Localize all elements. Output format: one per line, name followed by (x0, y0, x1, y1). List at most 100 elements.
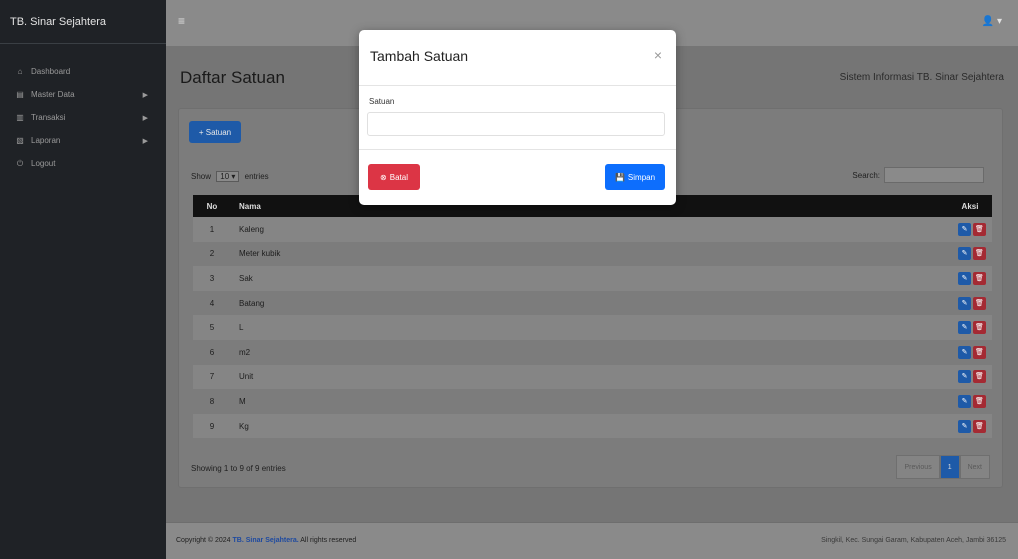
save-button[interactable]: 💾 Simpan (605, 164, 665, 190)
search-label: Search: (852, 170, 880, 180)
cell-no: 3 (209, 273, 215, 283)
table-row: 9 Kg ✎ 🗑 (193, 413, 992, 439)
edit-icon[interactable]: ✎ (958, 394, 971, 408)
cell-nama: Batang (239, 298, 265, 308)
pagination-next[interactable]: Next (959, 455, 990, 479)
sidebar-item-logout[interactable]: ⏻ Logout (0, 152, 166, 175)
entries-label: entries (244, 172, 269, 181)
delete-icon[interactable]: 🗑 (973, 419, 986, 433)
edit-icon[interactable]: ✎ (958, 321, 971, 335)
edit-icon[interactable]: ✎ (958, 419, 971, 433)
cell-no: 5 (209, 323, 215, 333)
cell-nama: M (239, 396, 246, 406)
delete-icon[interactable]: 🗑 (973, 296, 986, 310)
cell-no: 6 (209, 347, 215, 357)
delete-icon[interactable]: 🗑 (973, 394, 986, 408)
copyright-suffix: All rights reserved (298, 537, 357, 544)
delete-icon[interactable]: 🗑 (973, 370, 986, 384)
search-input[interactable] (884, 167, 984, 183)
cell-nama: Kaleng (239, 224, 264, 234)
database-icon: ▤ (16, 90, 24, 99)
cell-nama: L (239, 323, 244, 333)
sidebar-item-label: Dashboard (31, 67, 71, 76)
footer-brand-link[interactable]: TB. Sinar Sejahtera. (233, 537, 299, 544)
footer-address: Singkil, Kec. Sungai Garam, Kabupaten Ac… (821, 537, 1006, 544)
cell-no: 9 (209, 421, 215, 431)
show-entries: Show 10 ▾ entries (191, 171, 269, 182)
tambah-satuan-modal: Tambah Satuan × Satuan ⊗ Batal 💾 Simpan (359, 30, 676, 205)
cell-aksi: ✎ 🗑 (948, 315, 992, 340)
table-row: 8 M ✎ 🗑 (193, 389, 992, 414)
table-row: 1 Kaleng ✎ 🗑 (193, 217, 992, 242)
satuan-label: Satuan (369, 97, 395, 106)
satuan-input[interactable] (367, 112, 665, 136)
cell-nama: Kg (239, 421, 249, 431)
footer-copyright: Copyright © 2024 TB. Sinar Sejahtera. Al… (176, 537, 356, 544)
chevron-right-icon: ▶ (142, 114, 148, 122)
pagination: Previous 1 Next (896, 455, 990, 479)
add-satuan-button[interactable]: + Satuan (189, 121, 241, 143)
close-icon[interactable]: × (654, 47, 662, 63)
edit-icon[interactable]: ✎ (958, 247, 971, 261)
delete-icon[interactable]: 🗑 (973, 271, 986, 285)
delete-icon[interactable]: 🗑 (973, 345, 986, 359)
table-row: 2 Meter kubik ✎ 🗑 (193, 241, 992, 267)
save-icon: 💾 (614, 172, 625, 182)
pagination-page[interactable]: 1 (939, 455, 960, 479)
table-row: 4 Batang ✎ 🗑 (193, 290, 992, 316)
footer: Copyright © 2024 TB. Sinar Sejahtera. Al… (166, 522, 1018, 559)
cell-no: 7 (209, 372, 215, 382)
sidebar-item-label: Laporan (31, 136, 61, 145)
entries-value: 10 (220, 172, 230, 181)
satuan-table: No Nama Aksi 1 Kaleng ✎ 🗑 2 Meter kubik ✎ 🗑 3 Sak… (193, 195, 992, 439)
cell-no: 8 (209, 396, 215, 406)
cell-nama: Meter kubik (239, 249, 281, 259)
table-row: 3 Sak ✎ 🗑 (193, 266, 992, 291)
edit-icon[interactable]: ✎ (958, 345, 971, 359)
app-name: Sistem Informasi TB. Sinar Sejahtera (839, 72, 1004, 83)
table-info: Showing 1 to 9 of 9 entries (191, 464, 286, 473)
user-menu-icon[interactable]: 👤 ▾ (982, 16, 1002, 27)
sidebar-item-transaksi[interactable]: ▥ Transaksi ▶ (0, 106, 166, 129)
edit-icon[interactable]: ✎ (958, 222, 971, 236)
cell-nama: m2 (239, 347, 251, 357)
delete-icon[interactable]: 🗑 (973, 321, 986, 335)
brand-title[interactable]: TB. Sinar Sejahtera (0, 0, 166, 44)
show-label: Show (191, 172, 212, 181)
cell-no: 1 (209, 224, 215, 234)
pagination-previous[interactable]: Previous (896, 455, 940, 479)
hamburger-menu-icon[interactable]: ≡ (178, 14, 185, 28)
cell-aksi: ✎ 🗑 (948, 217, 992, 242)
edit-icon[interactable]: ✎ (958, 296, 971, 310)
cancel-button[interactable]: ⊗ Batal (368, 164, 420, 190)
cell-nama: Sak (239, 273, 253, 283)
sidebar-item-dashboard[interactable]: ⌂ Dashboard (0, 60, 166, 83)
table-row: 7 Unit ✎ 🗑 (193, 364, 992, 390)
cell-aksi: ✎ 🗑 (948, 291, 992, 316)
sidebar-item-laporan[interactable]: ▧ Laporan ▶ (0, 129, 166, 152)
dashboard-icon: ⌂ (17, 67, 23, 76)
cell-nama: Unit (239, 372, 254, 382)
edit-icon[interactable]: ✎ (958, 370, 971, 384)
cell-aksi: ✎ 🗑 (948, 389, 992, 414)
search-box: Search: (852, 167, 984, 183)
cell-aksi: ✎ 🗑 (948, 340, 992, 365)
sidebar-nav: ⌂ Dashboard ▤ Master Data ▶ ▥ Transaksi … (0, 44, 166, 175)
cell-no: 4 (209, 298, 215, 308)
cell-no: 2 (209, 249, 215, 259)
table-row: 6 m2 ✎ 🗑 (193, 339, 992, 365)
page-title: Daftar Satuan (180, 68, 285, 87)
modal-title: Tambah Satuan (370, 48, 469, 64)
edit-icon[interactable]: ✎ (958, 271, 971, 285)
modal-header: Tambah Satuan × (359, 30, 676, 86)
delete-icon[interactable]: 🗑 (973, 247, 986, 261)
report-icon: ▧ (16, 136, 24, 145)
entries-select[interactable]: 10 ▾ (216, 171, 240, 182)
sidebar-item-label: Master Data (31, 90, 75, 99)
cancel-icon: ⊗ (380, 172, 387, 182)
cancel-label: Batal (389, 172, 408, 182)
save-label: Simpan (627, 172, 656, 182)
column-header-no[interactable]: No (193, 195, 231, 217)
sidebar-item-master-data[interactable]: ▤ Master Data ▶ (0, 83, 166, 106)
delete-icon[interactable]: 🗑 (973, 222, 986, 236)
